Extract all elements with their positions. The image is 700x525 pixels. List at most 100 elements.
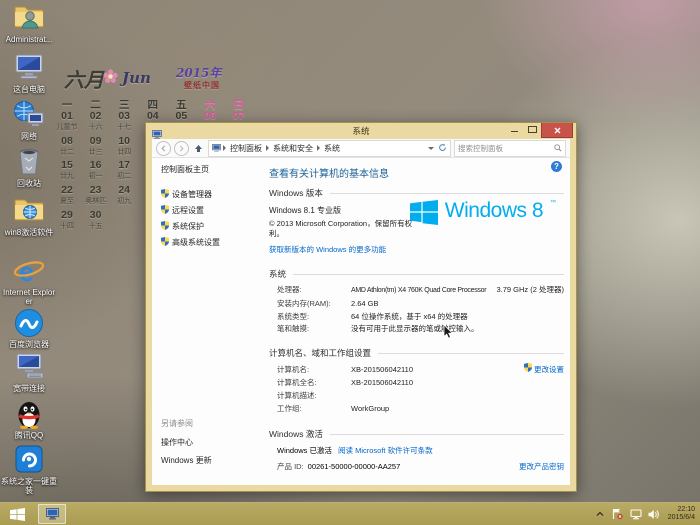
desktop-icon-column: Administrat... 这台电脑网络回收站 win8激活软件 e Internet… bbox=[0, 0, 58, 500]
desktop-icon-baidu-browser[interactable]: 百度浏览器 bbox=[1, 308, 57, 349]
explorer-toolbar: 控制面板系统和安全系统 bbox=[152, 139, 570, 158]
search-box[interactable] bbox=[454, 140, 566, 157]
desktop-icon-recycle-bin[interactable]: 回收站 bbox=[1, 147, 57, 188]
breadcrumb-item-2[interactable]: 系统 bbox=[322, 143, 342, 154]
info-value: 64 位操作系统，基于 x64 的处理器 bbox=[351, 311, 468, 324]
desktop-icon-label: 回收站 bbox=[1, 179, 57, 188]
sidebar-item-label: 高级系统设置 bbox=[172, 237, 220, 248]
license-terms-link[interactable]: 阅读 Microsoft 软件许可条款 bbox=[338, 444, 433, 457]
info-row: 工作组:WorkGroup bbox=[277, 403, 564, 416]
breadcrumb-item-0[interactable]: 控制面板 bbox=[228, 143, 264, 154]
close-button[interactable] bbox=[541, 123, 573, 138]
activation-section: Windows 激活 Windows 已激活 阅读 Microsoft 软件许可… bbox=[269, 428, 564, 473]
tencent-qq-icon bbox=[12, 399, 46, 429]
info-row: 处理器:AMD Athlon(tm) X4 760K Quad Core Pro… bbox=[277, 284, 564, 298]
window-titlebar[interactable]: 系统 bbox=[146, 123, 576, 139]
desktop-icon-label: 腾讯QQ bbox=[1, 431, 57, 440]
baidu-browser-icon bbox=[12, 308, 46, 338]
control-panel-sidebar: 控制面板主页 设备管理器远程设置系统保护高级系统设置 另请参阅 操作中心Wind… bbox=[152, 158, 269, 485]
see-also-link-0[interactable]: 操作中心 bbox=[161, 437, 212, 448]
change-settings-action[interactable]: 更改设置 bbox=[524, 363, 564, 377]
uac-shield-icon bbox=[161, 237, 169, 248]
desktop-icon-this-pc[interactable]: 这台电脑 bbox=[1, 53, 57, 94]
win8-activation-folder-icon bbox=[12, 196, 46, 226]
desktop-icon-administrator-folder[interactable]: Administrat... bbox=[1, 3, 57, 44]
breadcrumb-separator-icon bbox=[223, 145, 226, 151]
info-value: XB-201506042110 bbox=[351, 377, 413, 390]
sidebar-item-1[interactable]: 远程设置 bbox=[161, 205, 269, 216]
taskbar: 22:10 2015/6/4 bbox=[0, 502, 700, 525]
search-icon[interactable] bbox=[554, 139, 565, 157]
svg-text:e: e bbox=[19, 257, 34, 286]
system-window: 系统 控制面板系统和安全系统 控制面 bbox=[145, 122, 577, 492]
info-value: AMD Athlon(tm) X4 760K Quad Core Process… bbox=[351, 285, 486, 298]
breadcrumb[interactable]: 控制面板系统和安全系统 bbox=[208, 140, 451, 157]
system-section: 系统 处理器:AMD Athlon(tm) X4 760K Quad Core … bbox=[269, 268, 564, 336]
edition-copyright: © 2013 Microsoft Corporation，保留所有权利。 bbox=[269, 219, 421, 239]
up-button[interactable] bbox=[192, 142, 205, 155]
desktop-icon-network[interactable]: 网络 bbox=[1, 100, 57, 141]
info-label: 处理器: bbox=[277, 284, 351, 297]
taskbar-clock[interactable]: 22:10 2015/6/4 bbox=[666, 506, 695, 522]
action-center-flag-icon[interactable] bbox=[612, 507, 624, 521]
change-settings-link[interactable]: 更改设置 bbox=[534, 364, 564, 377]
desktop-icon-label: Administrat... bbox=[1, 35, 57, 44]
desktop-icon-broadband-connection[interactable]: 宽带连接 bbox=[1, 352, 57, 393]
forward-button[interactable] bbox=[174, 141, 189, 156]
uac-shield-icon bbox=[161, 189, 169, 200]
breadcrumb-location-icon bbox=[212, 139, 221, 157]
hidden-icons-chevron-icon[interactable] bbox=[594, 507, 606, 521]
maximize-button[interactable] bbox=[523, 123, 541, 136]
administrator-folder-icon bbox=[12, 3, 46, 33]
desktop-icon-tencent-qq[interactable]: 腾讯QQ bbox=[1, 399, 57, 440]
see-also-link-1[interactable]: Windows 更新 bbox=[161, 455, 212, 466]
refresh-icon[interactable] bbox=[438, 139, 447, 157]
desktop-icon-win8-activation-folder[interactable]: win8激活软件 bbox=[1, 196, 57, 237]
desktop-icon-system-home-reinstall[interactable]: 系统之家一键重装 bbox=[1, 445, 57, 495]
desktop-icon-label: 系统之家一键重装 bbox=[1, 477, 57, 495]
trademark-symbol: ™ bbox=[550, 200, 556, 206]
info-row: 笔和触摸:没有可用于此显示器的笔或触控输入。 bbox=[277, 323, 564, 336]
sidebar-item-0[interactable]: 设备管理器 bbox=[161, 189, 269, 200]
windows8-logo: Windows 8 ™ bbox=[410, 200, 556, 230]
page-title: 查看有关计算机的基本信息 bbox=[269, 165, 564, 180]
sidebar-item-3[interactable]: 高级系统设置 bbox=[161, 237, 269, 248]
computer-name-header: 计算机名、域和工作组设置 bbox=[269, 347, 371, 359]
volume-icon[interactable] bbox=[648, 507, 660, 521]
system-tray: 22:10 2015/6/4 bbox=[594, 506, 700, 522]
get-more-features-link[interactable]: 获取新版本的 Windows 的更多功能 bbox=[269, 245, 386, 254]
change-product-key-link[interactable]: 更改产品密钥 bbox=[519, 460, 564, 473]
clock-date: 2015/6/4 bbox=[668, 514, 695, 522]
desktop-icon-label: win8激活软件 bbox=[1, 228, 57, 237]
uac-shield-icon bbox=[524, 363, 532, 377]
windows8-logo-text: Windows 8 bbox=[445, 200, 543, 222]
info-value: XB-201506042110 bbox=[351, 364, 413, 377]
back-button[interactable] bbox=[156, 141, 171, 156]
help-icon[interactable]: ? bbox=[551, 161, 562, 172]
broadband-connection-icon bbox=[12, 352, 46, 382]
desktop-icon-label: Internet Explorer bbox=[1, 288, 57, 306]
system-header: 系统 bbox=[269, 268, 286, 280]
internet-explorer-icon: e bbox=[12, 256, 46, 286]
network-icon[interactable] bbox=[630, 507, 642, 521]
breadcrumb-item-1[interactable]: 系统和安全 bbox=[271, 143, 315, 154]
system-home-reinstall-icon bbox=[12, 445, 46, 475]
product-id-label: 产品 ID: bbox=[277, 460, 304, 473]
minimize-button[interactable] bbox=[505, 123, 523, 136]
desktop-icon-label: 宽带连接 bbox=[1, 384, 57, 393]
uac-shield-icon bbox=[161, 221, 169, 232]
start-button[interactable] bbox=[0, 503, 34, 525]
desktop-icon-internet-explorer[interactable]: e Internet Explorer bbox=[1, 256, 57, 306]
sidebar-item-2[interactable]: 系统保护 bbox=[161, 221, 269, 232]
info-label: 系统类型: bbox=[277, 311, 351, 324]
info-label: 计算机描述: bbox=[277, 390, 351, 403]
network-icon bbox=[12, 100, 46, 130]
search-input[interactable] bbox=[455, 144, 554, 153]
recycle-bin-icon bbox=[12, 147, 46, 177]
sidebar-item-home[interactable]: 控制面板主页 bbox=[161, 164, 269, 175]
this-pc-icon bbox=[12, 53, 46, 83]
info-value: WorkGroup bbox=[351, 403, 389, 416]
taskbar-system-window-button[interactable] bbox=[38, 504, 66, 524]
breadcrumb-dropdown-icon[interactable] bbox=[428, 147, 434, 150]
uac-shield-icon bbox=[161, 205, 169, 216]
